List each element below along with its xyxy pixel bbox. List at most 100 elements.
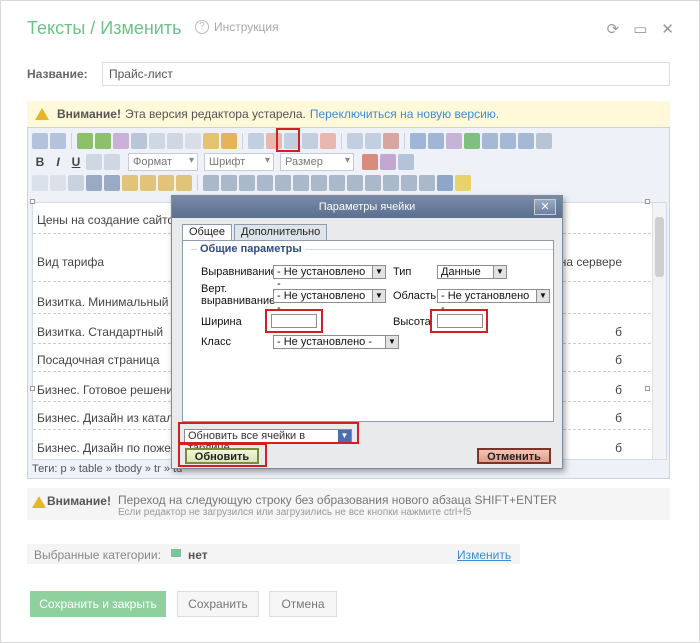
insert-file-icon[interactable] bbox=[95, 133, 111, 149]
merge-cells-icon[interactable] bbox=[347, 133, 363, 149]
undo-icon[interactable] bbox=[32, 175, 48, 191]
align-center-icon[interactable] bbox=[383, 175, 399, 191]
outdent-icon[interactable] bbox=[311, 175, 327, 191]
insert-link-icon[interactable] bbox=[149, 133, 165, 149]
indent-icon[interactable] bbox=[293, 175, 309, 191]
rtl-icon[interactable] bbox=[347, 175, 363, 191]
refresh-icon[interactable]: ⟳ bbox=[607, 20, 620, 38]
cut-icon[interactable] bbox=[86, 175, 102, 191]
tab-general[interactable]: Общее bbox=[182, 224, 233, 240]
tab-advanced[interactable]: Дополнительно bbox=[234, 224, 328, 240]
categories-value: нет bbox=[188, 548, 208, 562]
editor-scrollbar[interactable] bbox=[652, 203, 666, 459]
table-props-icon[interactable] bbox=[428, 133, 444, 149]
flash-icon[interactable] bbox=[446, 133, 462, 149]
resize-handle[interactable] bbox=[30, 199, 35, 204]
general-params-fieldset: Общие параметры Выравнивание - Не устано… bbox=[191, 243, 553, 353]
insert-image-icon[interactable] bbox=[77, 133, 93, 149]
table-cell-right: на сервере bbox=[559, 255, 622, 269]
edit-icon[interactable] bbox=[221, 133, 237, 149]
resize-handle[interactable] bbox=[30, 386, 35, 391]
html-icon[interactable] bbox=[203, 133, 219, 149]
clear-icon[interactable] bbox=[398, 154, 414, 170]
row-props-icon[interactable] bbox=[410, 133, 426, 149]
name-input[interactable]: Прайс-лист bbox=[102, 62, 670, 86]
highlight-icon[interactable] bbox=[455, 175, 471, 191]
delete-col-icon[interactable] bbox=[383, 133, 399, 149]
ltr-icon[interactable] bbox=[329, 175, 345, 191]
paste-word-icon[interactable] bbox=[158, 175, 174, 191]
class-select[interactable]: - Не установлено - ▼ bbox=[273, 335, 399, 349]
text-color-icon[interactable] bbox=[362, 154, 378, 170]
dialog-close-button[interactable]: ✕ bbox=[534, 199, 556, 215]
find-icon[interactable] bbox=[500, 133, 516, 149]
type-select[interactable]: Данные ▼ bbox=[437, 265, 507, 279]
delete-row-icon[interactable] bbox=[320, 133, 336, 149]
preview-icon[interactable] bbox=[482, 133, 498, 149]
help-link[interactable]: ? Инструкция bbox=[195, 20, 279, 34]
template-icon[interactable] bbox=[464, 133, 480, 149]
cancel-dialog-button[interactable]: Отменить bbox=[477, 448, 551, 464]
anchor-icon[interactable] bbox=[275, 175, 291, 191]
align-select[interactable]: - Не установлено - ▼ bbox=[273, 265, 386, 290]
replace-icon[interactable] bbox=[518, 133, 534, 149]
bg-color-icon[interactable] bbox=[380, 154, 396, 170]
editor-hint: Внимание! Переход на следующую строку бе… bbox=[27, 488, 670, 520]
subscript-icon[interactable] bbox=[203, 175, 219, 191]
dialog-titlebar[interactable]: Параметры ячейки ✕ bbox=[172, 196, 562, 218]
maximize-icon[interactable]: ▭ bbox=[633, 20, 647, 38]
remove-format-icon[interactable] bbox=[104, 154, 120, 170]
bullet-list-icon[interactable] bbox=[32, 133, 48, 149]
table-icon[interactable] bbox=[248, 133, 264, 149]
switch-editor-link[interactable]: Переключиться на новую версию. bbox=[310, 107, 499, 121]
list-icon[interactable] bbox=[257, 175, 273, 191]
insert-anchor-icon[interactable] bbox=[131, 133, 147, 149]
size-select[interactable]: Размер bbox=[280, 153, 354, 171]
chevron-down-icon: ▼ bbox=[536, 290, 549, 302]
copy-icon[interactable] bbox=[68, 175, 84, 191]
page-title: Тексты / Изменить bbox=[27, 18, 182, 38]
paste-html-icon[interactable] bbox=[176, 175, 192, 191]
bold-button[interactable]: B bbox=[32, 155, 48, 169]
save-and-close-button[interactable]: Сохранить и закрыть bbox=[30, 591, 166, 617]
font-select[interactable]: Шрифт bbox=[204, 153, 274, 171]
scroll-thumb[interactable] bbox=[655, 217, 664, 277]
media-icon[interactable] bbox=[185, 133, 201, 149]
superscript-icon[interactable] bbox=[221, 175, 237, 191]
font-color-icon[interactable] bbox=[437, 175, 453, 191]
omega-icon[interactable] bbox=[239, 175, 255, 191]
align-justify-icon[interactable] bbox=[419, 175, 435, 191]
height-highlight bbox=[430, 309, 488, 333]
table-row: Визитка. Минимальный bbox=[37, 295, 169, 309]
align-right-icon[interactable] bbox=[401, 175, 417, 191]
redo-icon[interactable] bbox=[50, 175, 66, 191]
unlink-icon[interactable] bbox=[167, 133, 183, 149]
outdated-editor-warning: Внимание! Эта версия редактора устарела.… bbox=[27, 101, 670, 127]
format-select[interactable]: Формат bbox=[128, 153, 198, 171]
width-label: Ширина bbox=[201, 316, 242, 328]
insert-col-icon[interactable] bbox=[302, 133, 318, 149]
strikethrough-icon[interactable] bbox=[86, 154, 102, 170]
close-icon[interactable]: ✕ bbox=[661, 20, 674, 38]
cancel-button[interactable]: Отмена bbox=[269, 591, 337, 617]
resize-handle[interactable] bbox=[645, 199, 650, 204]
resize-handle[interactable] bbox=[645, 386, 650, 391]
hr-icon[interactable] bbox=[104, 175, 120, 191]
table-cell-right: б bbox=[615, 411, 622, 425]
change-categories-link[interactable]: Изменить bbox=[457, 548, 511, 562]
paste-text-icon[interactable] bbox=[140, 175, 156, 191]
number-list-icon[interactable] bbox=[50, 133, 66, 149]
table-row: Бизнес. Готовое решение bbox=[37, 383, 180, 397]
paste-icon[interactable] bbox=[122, 175, 138, 191]
type-label: Тип bbox=[393, 266, 412, 278]
split-cells-icon[interactable] bbox=[365, 133, 381, 149]
fullscreen-icon[interactable] bbox=[536, 133, 552, 149]
save-button[interactable]: Сохранить bbox=[177, 591, 259, 617]
table-row: Посадочная страница bbox=[37, 353, 160, 367]
align-left-icon[interactable] bbox=[365, 175, 381, 191]
valign-select[interactable]: - Не установлено - ▼ bbox=[273, 289, 386, 314]
scope-select[interactable]: - Не установлено - ▼ bbox=[437, 289, 550, 314]
spellcheck-icon[interactable] bbox=[113, 133, 129, 149]
italic-button[interactable]: I bbox=[50, 155, 66, 169]
underline-button[interactable]: U bbox=[68, 155, 84, 169]
